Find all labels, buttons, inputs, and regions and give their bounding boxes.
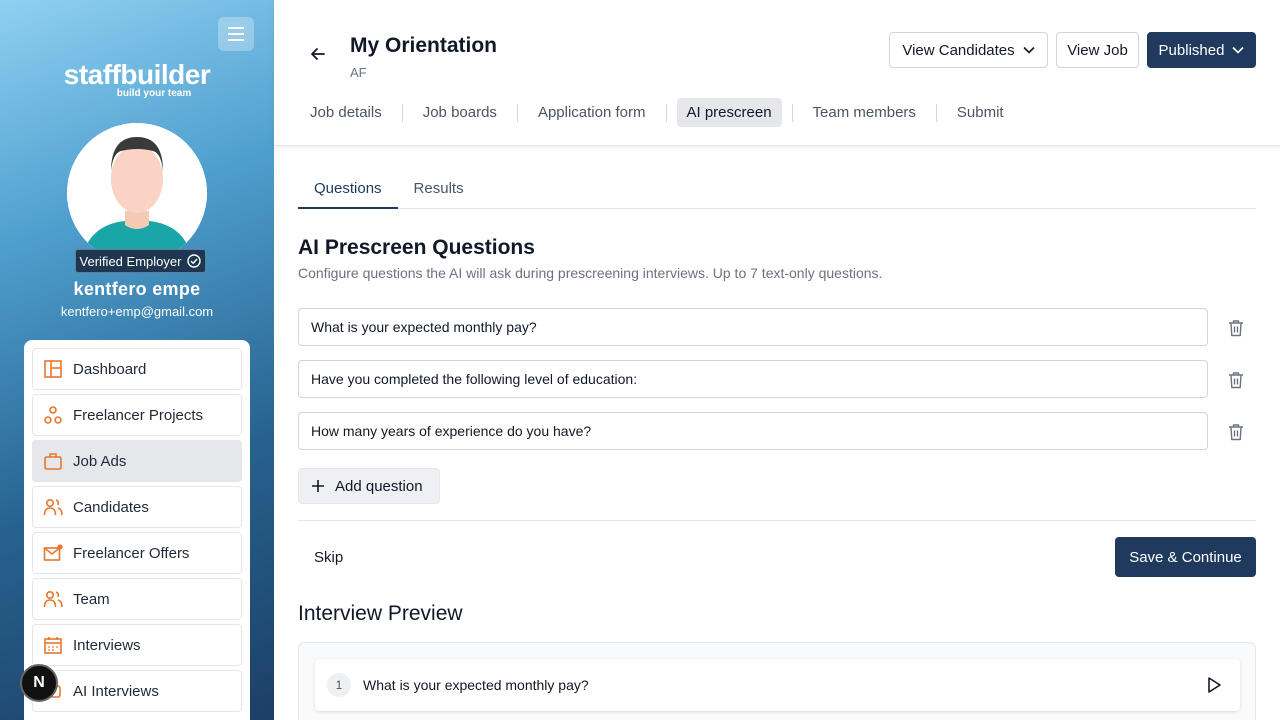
tab-job-boards[interactable]: Job boards [413,98,507,127]
sidebar-item-label: Interviews [73,636,141,654]
page-title: My Orientation [350,34,498,57]
back-button[interactable] [308,44,328,64]
tab-divider [791,103,793,122]
sidebar-item-dashboard[interactable]: Dashboard [32,348,242,390]
calendar-icon [43,635,63,655]
interview-preview-panel: 1 What is your expected monthly pay? [298,642,1256,720]
user-name: kentfero empe [73,279,201,299]
plus-icon [312,480,324,492]
dev-tools-badge[interactable]: N [20,664,58,702]
sidebar-item-label: Job Ads [73,452,127,470]
briefcase-icon [43,451,63,471]
chevron-down-icon [1023,46,1035,54]
trash-icon [1229,320,1243,337]
user-email: kentfero+emp@gmail.com [60,304,214,319]
save-continue-button[interactable]: Save & Continue [1115,537,1256,577]
sidebar-item-team[interactable]: Team [32,578,242,620]
avatar [67,123,207,263]
section-title: AI Prescreen Questions [298,236,535,259]
add-question-label: Add question [335,477,423,495]
sidebar-item-label: AI Interviews [73,682,159,700]
tab-ai-prescreen[interactable]: AI prescreen [676,98,782,127]
tab-divider [516,103,518,122]
sidebar: staffbuilder build your team Verified Em… [0,0,274,720]
question-input-1[interactable] [298,308,1208,346]
view-job-button[interactable]: View Job [1056,32,1139,68]
tab-divider [935,103,937,122]
mail-icon [43,543,63,563]
tab-submit[interactable]: Submit [947,98,1014,127]
page-subtitle: AF [350,65,367,80]
question-number: 1 [327,673,351,697]
logo: staffbuilder build your team [0,60,274,100]
delete-question-button-2[interactable] [1226,370,1246,390]
logo-wordmark: staffbuilder [63,59,211,90]
prescreen-subtabs: Questions Results [298,170,1256,209]
avatar-person-icon [67,123,207,263]
preview-question-text: What is your expected monthly pay? [363,677,589,693]
team-icon [43,589,63,609]
sidebar-item-interviews[interactable]: Interviews [32,624,242,666]
sidebar-item-label: Freelancer Offers [73,544,190,562]
logo-tagline: build your team [116,88,192,99]
hamburger-icon [228,27,244,41]
play-question-button[interactable] [1204,675,1224,695]
view-candidates-button[interactable]: View Candidates [889,32,1048,68]
view-candidates-label: View Candidates [902,41,1015,59]
sidebar-item-candidates[interactable]: Candidates [32,486,242,528]
menu-toggle-button[interactable] [218,17,254,51]
status-dropdown-button[interactable]: Published [1147,32,1256,68]
verified-label: Verified Employer [79,253,182,269]
status-label: Published [1158,41,1225,59]
delete-question-button-1[interactable] [1226,318,1246,338]
play-icon [1208,677,1221,693]
projects-icon [43,405,63,425]
check-circle-icon [187,254,202,268]
section-divider [298,520,1256,521]
subtab-questions[interactable]: Questions [298,170,398,209]
layout-icon [43,359,63,379]
tab-team-members[interactable]: Team members [803,98,926,127]
trash-icon [1229,372,1243,389]
sidebar-item-job-ads[interactable]: Job Ads [32,440,242,482]
interview-preview-title: Interview Preview [298,602,463,625]
sidebar-item-label: Team [73,590,110,608]
job-tabs: Job details Job boards Application form … [300,98,1014,127]
question-input-2[interactable] [298,360,1208,398]
sidebar-item-label: Dashboard [73,360,147,378]
sidebar-item-freelancer-projects[interactable]: Freelancer Projects [32,394,242,436]
verified-employer-badge: Verified Employer [75,249,206,273]
chevron-down-icon [1232,46,1245,54]
sidebar-item-freelancer-offers[interactable]: Freelancer Offers [32,532,242,574]
tab-divider [401,103,403,122]
page-header: My Orientation AF View Candidates View J… [274,0,1280,146]
subtab-results[interactable]: Results [398,170,480,209]
section-description: Configure questions the AI will ask duri… [298,265,883,281]
tab-application-form[interactable]: Application form [528,98,656,127]
delete-question-button-3[interactable] [1226,422,1246,442]
preview-question-item: 1 What is your expected monthly pay? [315,659,1240,711]
skip-button[interactable]: Skip [300,538,357,576]
arrow-left-icon [311,48,325,60]
sidebar-item-ai-interviews[interactable]: AI Interviews [32,670,242,712]
tab-job-details[interactable]: Job details [300,98,392,127]
sidebar-item-label: Freelancer Projects [73,406,204,424]
add-question-button[interactable]: Add question [298,468,440,504]
tab-divider [665,103,667,122]
question-input-3[interactable] [298,412,1208,450]
sidebar-nav: Dashboard Freelancer Projects Job Ads Ca… [24,340,250,720]
sidebar-item-label: Candidates [73,498,149,516]
trash-icon [1229,424,1243,441]
users-icon [43,497,63,517]
